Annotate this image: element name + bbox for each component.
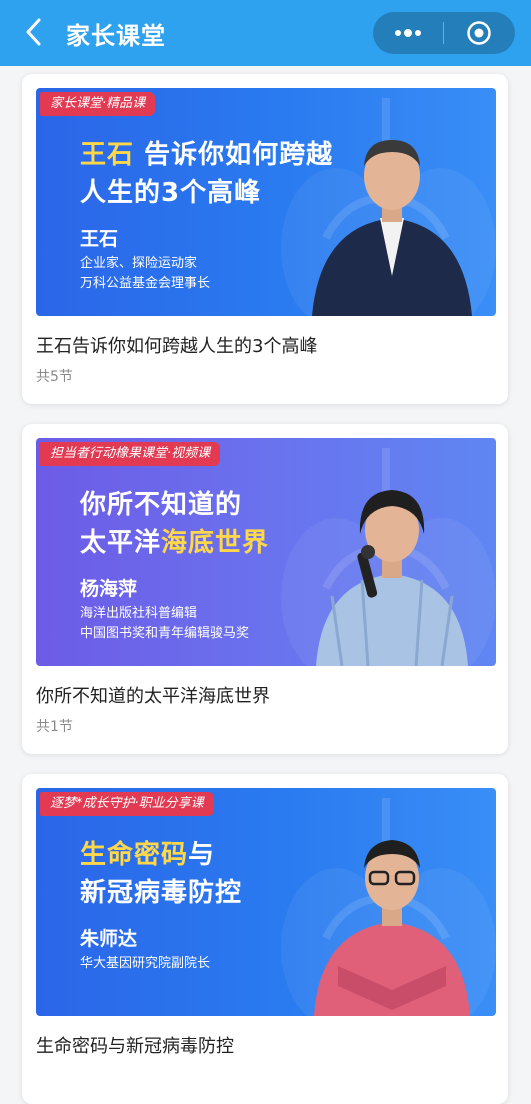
speaker-description: 华大基因研究院副院长 xyxy=(80,954,210,974)
speaker-photo xyxy=(312,140,472,316)
headline-accent: 生命密码 xyxy=(80,840,189,870)
lesson-count: 共5节 xyxy=(36,369,73,385)
speaker-desc-line: 海洋出版社科普编辑 xyxy=(80,606,198,621)
lesson-count: 共1节 xyxy=(36,719,73,735)
course-banner[interactable]: 家长课堂·精品课 王石 告诉你如何跨越 人生的3个高峰 王石 企业家、探险运动家… xyxy=(36,88,496,316)
speaker-description: 海洋出版社科普编辑 中国图书奖和青年编辑骏马奖 xyxy=(80,604,249,644)
back-button[interactable] xyxy=(18,14,50,50)
speaker-photo xyxy=(316,490,468,666)
course-tag: 家长课堂·精品课 xyxy=(40,92,156,116)
speaker-desc-line: 企业家、探险运动家 xyxy=(80,256,198,271)
chevron-left-icon xyxy=(26,18,41,46)
banner-headline: 你所不知道的 太平洋海底世界 xyxy=(80,486,269,562)
speaker-desc-line: 万科公益基金会理事长 xyxy=(80,276,211,291)
speaker-name: 朱师达 xyxy=(80,928,138,950)
page-title: 家长课堂 xyxy=(66,22,166,50)
course-banner[interactable]: 担当者行动橡果课堂·视频课 你所不知道的 太平洋海底世界 杨海萍 海洋出版社科普… xyxy=(36,438,496,666)
speaker-name: 王石 xyxy=(80,228,119,250)
headline-accent: 海底世界 xyxy=(161,528,270,558)
headline-text: 太平洋 xyxy=(80,528,162,558)
course-card[interactable]: 家长课堂·精品课 王石 告诉你如何跨越 人生的3个高峰 王石 企业家、探险运动家… xyxy=(22,74,508,404)
course-tag: 逐梦*成长守护·职业分享课 xyxy=(40,792,214,816)
speaker-photo xyxy=(314,840,470,1016)
headline-text: 与 xyxy=(188,840,216,870)
course-title[interactable]: 你所不知道的太平洋海底世界 xyxy=(36,682,270,708)
course-card[interactable]: 担当者行动橡果课堂·视频课 你所不知道的 太平洋海底世界 杨海萍 海洋出版社科普… xyxy=(22,424,508,754)
headline-text: 你所不知道的 xyxy=(80,490,243,520)
banner-headline: 生命密码与 新冠病毒防控 xyxy=(80,836,242,912)
course-banner[interactable]: 逐梦*成长守护·职业分享课 生命密码与 新冠病毒防控 朱师达 华大基因研究院副院… xyxy=(36,788,496,1016)
course-tag: 担当者行动橡果课堂·视频课 xyxy=(40,442,221,466)
speaker-desc-line: 华大基因研究院副院长 xyxy=(80,956,211,971)
more-button[interactable] xyxy=(373,12,443,54)
target-close-icon xyxy=(467,21,491,45)
close-miniapp-button[interactable] xyxy=(444,12,514,54)
banner-headline: 王石 告诉你如何跨越 人生的3个高峰 xyxy=(80,136,333,212)
speaker-description: 企业家、探险运动家 万科公益基金会理事长 xyxy=(80,254,210,294)
headline-text: 新冠病毒防控 xyxy=(80,878,243,908)
speaker-name: 杨海萍 xyxy=(80,578,138,600)
top-navigation-bar: 家长课堂 xyxy=(0,0,531,66)
course-title[interactable]: 生命密码与新冠病毒防控 xyxy=(36,1032,234,1058)
headline-accent: 王石 xyxy=(80,140,135,170)
speaker-desc-line: 中国图书奖和青年编辑骏马奖 xyxy=(80,626,250,641)
more-dots-icon xyxy=(395,29,421,37)
course-card[interactable]: 逐梦*成长守护·职业分享课 生命密码与 新冠病毒防控 朱师达 华大基因研究院副院… xyxy=(22,774,508,1104)
miniapp-capsule xyxy=(373,12,515,54)
headline-text: 人生的3个高峰 xyxy=(80,178,262,208)
course-title[interactable]: 王石告诉你如何跨越人生的3个高峰 xyxy=(36,332,317,358)
